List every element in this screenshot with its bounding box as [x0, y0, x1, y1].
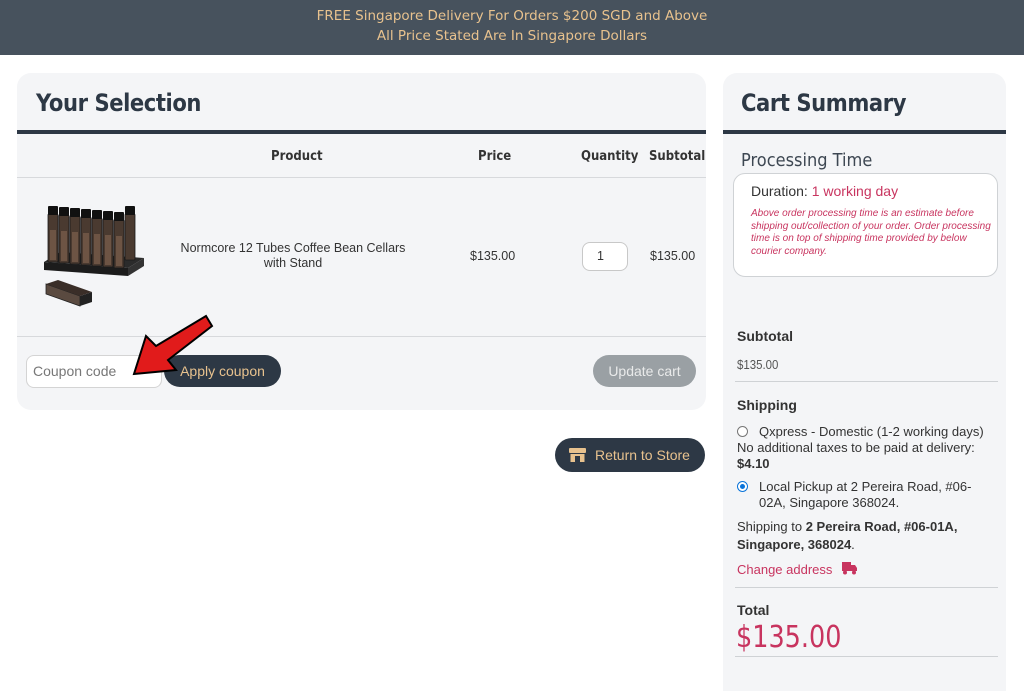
row-divider: [17, 336, 706, 337]
change-address-link[interactable]: Change address: [737, 562, 832, 577]
header-quantity: Quantity: [581, 149, 639, 164]
shipping-option-pickup-label[interactable]: Local Pickup at 2 Pereira Road, #06-02A,…: [759, 479, 989, 511]
store-icon: [569, 448, 586, 462]
product-name[interactable]: Normcore 12 Tubes Coffee Bean Cellars wi…: [176, 241, 410, 271]
shipping-to-line: Shipping to 2 Pereira Road, #06-01A, Sin…: [737, 519, 958, 552]
subtotal-divider: [735, 381, 998, 382]
header-divider: [17, 177, 706, 178]
processing-duration: Duration: 1 working day: [751, 183, 898, 199]
update-cart-button[interactable]: Update cart: [593, 355, 696, 387]
quantity-input[interactable]: 1: [582, 242, 628, 271]
subtotal-value: $135.00: [737, 357, 779, 372]
shipping-option-qxpress-label[interactable]: Qxpress - Domestic (1-2 working days): [759, 424, 984, 440]
header-subtotal: Subtotal: [649, 149, 706, 164]
selection-title: Your Selection: [36, 89, 202, 117]
duration-label: Duration:: [751, 183, 808, 199]
product-price: $135.00: [470, 249, 516, 263]
processing-note: Above order processing time is an estima…: [751, 208, 991, 257]
top-banner: FREE Singapore Delivery For Orders $200 …: [0, 0, 1024, 55]
product-subtotal: $135.00: [650, 249, 696, 263]
header-price: Price: [478, 149, 512, 164]
duration-value: 1 working day: [811, 183, 899, 199]
shipping-option-qxpress-radio[interactable]: [737, 426, 748, 437]
red-arrow-icon: [132, 314, 214, 376]
cart-summary-title: Cart Summary: [741, 89, 907, 117]
banner-line-2: All Price Stated Are In Singapore Dollar…: [376, 28, 648, 44]
selection-title-rule: [17, 130, 706, 134]
summary-title-rule: [723, 130, 1006, 134]
shipping-option-qxpress-note: No additional taxes to be paid at delive…: [737, 440, 975, 455]
pickup-label-text: Local Pickup at 2 Pereira Road, #06-02A,…: [759, 479, 972, 510]
truck-icon[interactable]: [842, 562, 857, 575]
product-thumbnail[interactable]: [40, 200, 148, 312]
header-product: Product: [271, 149, 323, 164]
total-value: $135.00: [736, 620, 842, 655]
shipping-to-prefix: Shipping to: [737, 519, 803, 534]
shipping-option-qxpress-price: $4.10: [737, 456, 770, 471]
subtotal-label: Subtotal: [737, 328, 793, 344]
banner-line-1: FREE Singapore Delivery For Orders $200 …: [316, 8, 708, 24]
shipping-label: Shipping: [737, 397, 797, 413]
return-to-store-button[interactable]: Return to Store: [555, 438, 705, 472]
total-divider: [735, 656, 998, 657]
total-label: Total: [737, 602, 770, 618]
return-to-store-label: Return to Store: [595, 447, 690, 463]
shipping-divider: [735, 587, 998, 588]
shipping-option-pickup-radio[interactable]: [737, 481, 748, 492]
processing-time-title: Processing Time: [741, 150, 873, 171]
